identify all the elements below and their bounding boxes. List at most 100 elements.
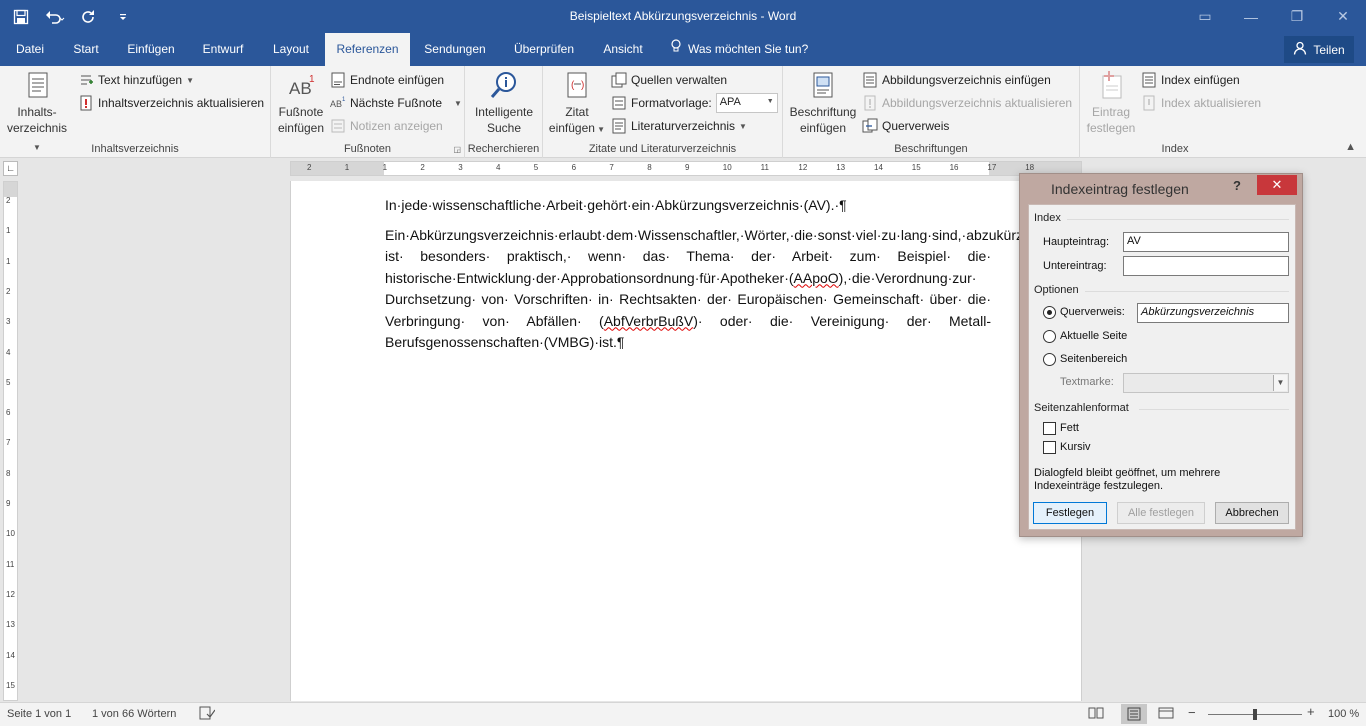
proofing-icon[interactable] <box>199 706 216 723</box>
window-controls: ▭ — ❐ ✕ <box>1182 0 1366 33</box>
update-toc-button[interactable]: Inhaltsverzeichnis aktualisieren <box>78 93 264 113</box>
paragraph-1[interactable]: In·jede·wissenschaftliche·Arbeit·gehört·… <box>385 195 991 217</box>
insert-index-button[interactable]: Index einfügen <box>1141 70 1240 90</box>
bold-checkbox[interactable] <box>1043 422 1056 435</box>
ribbon-display-icon[interactable]: ▭ <box>1182 0 1228 33</box>
zoom-in-icon[interactable]: + <box>1307 704 1315 719</box>
endnote-icon <box>331 72 345 88</box>
bookmark-select[interactable]: ▼ <box>1123 373 1289 393</box>
document-page[interactable]: In·jede·wissenschaftliche·Arbeit·gehört·… <box>290 181 1082 701</box>
tab-selector-icon[interactable]: ∟ <box>3 161 18 176</box>
next-footnote-button[interactable]: AB 1 Nächste Fußnote ▼ <box>330 93 462 113</box>
tab-einfuegen[interactable]: Einfügen <box>118 33 184 66</box>
show-notes-icon <box>331 119 345 133</box>
bold-label: Fett <box>1060 422 1079 434</box>
italic-checkbox[interactable] <box>1043 441 1056 454</box>
mark-entry-button[interactable]: Eintrag festlegen <box>1082 70 1140 136</box>
zoom-out-icon[interactable]: − <box>1188 705 1196 720</box>
ruler-number: 6 <box>571 163 577 172</box>
tell-me-text: Was möchten Sie tun? <box>688 42 809 56</box>
maximize-icon[interactable]: ❐ <box>1274 0 1320 33</box>
footnote-icon: AB1 <box>289 74 315 98</box>
subentry-input[interactable] <box>1123 256 1289 276</box>
add-text-button[interactable]: Text hinzufügen ▼ <box>78 70 194 90</box>
cancel-button[interactable]: Abbrechen <box>1215 502 1289 524</box>
ruler-number: 3 <box>458 163 463 172</box>
current-page-radio[interactable] <box>1043 330 1056 343</box>
main-entry-input[interactable]: AV <box>1123 232 1289 252</box>
bibliography-button[interactable]: Literaturverzeichnis ▼ <box>611 116 747 136</box>
manage-sources-button[interactable]: Quellen verwalten <box>611 70 727 90</box>
smart-lookup-label-2: Suche <box>486 121 522 135</box>
dialog-title: Indexeintrag festlegen <box>1051 181 1189 197</box>
tab-referenzen[interactable]: Referenzen <box>325 33 410 66</box>
page-range-radio[interactable] <box>1043 353 1056 366</box>
word-count[interactable]: 1 von 66 Wörtern <box>92 708 176 720</box>
dialog-launcher-icon[interactable]: ◲ <box>453 145 461 154</box>
web-layout-icon[interactable] <box>1158 706 1174 723</box>
footnote-label-1: Fußnote <box>278 105 324 119</box>
style-dropdown[interactable]: APA ▼ <box>715 93 778 113</box>
share-button[interactable]: Teilen <box>1284 36 1354 63</box>
update-tof-button[interactable]: Abbildungsverzeichnis aktualisieren <box>862 93 1072 113</box>
crossref-input[interactable]: Abkürzungsverzeichnis <box>1137 303 1289 323</box>
close-icon[interactable]: ✕ <box>1257 175 1297 195</box>
smart-lookup-button[interactable]: Intelligente Suche <box>469 70 539 136</box>
insert-endnote-button[interactable]: Endnote einfügen <box>330 70 444 90</box>
share-label: Teilen <box>1313 42 1345 57</box>
ruler-number: 15 <box>911 163 921 172</box>
section-index: Index <box>1034 212 1061 224</box>
next-footnote-label: Nächste Fußnote <box>350 96 443 110</box>
horizontal-ruler[interactable]: 2 1 1 2 3 4 5 6 7 8 9 10 11 12 13 14 15 16 17 18 <box>290 161 1082 176</box>
svg-text:AB: AB <box>330 99 342 109</box>
tab-ueberpruefen[interactable]: Überprüfen <box>505 33 583 66</box>
ruler-number: 1 <box>382 163 388 172</box>
minimize-icon[interactable]: — <box>1228 0 1274 33</box>
tab-datei[interactable]: Datei <box>8 33 52 66</box>
manage-sources-label: Quellen verwalten <box>631 73 728 87</box>
show-notes-button[interactable]: Notizen anzeigen <box>330 116 443 136</box>
tab-ansicht[interactable]: Ansicht <box>594 33 652 66</box>
group-label-index: Index <box>1161 143 1189 155</box>
spelling-error-aapoo[interactable]: AApoO <box>794 270 839 286</box>
ruler-number: 14 <box>874 163 883 172</box>
svg-text:): ) <box>581 80 584 91</box>
tab-entwurf[interactable]: Entwurf <box>194 33 252 66</box>
close-window-icon[interactable]: ✕ <box>1320 0 1366 33</box>
help-icon[interactable]: ? <box>1233 178 1241 193</box>
tab-sendungen[interactable]: Sendungen <box>416 33 494 66</box>
crossref-radio[interactable] <box>1043 306 1056 319</box>
insert-citation-button[interactable]: () Zitat einfügen ▼ <box>547 70 607 138</box>
cross-reference-button[interactable]: Querverweis <box>862 116 949 136</box>
ruler-number: 16 <box>949 163 959 172</box>
insert-tof-button[interactable]: Abbildungsverzeichnis einfügen <box>862 70 1051 90</box>
tab-layout[interactable]: Layout <box>263 33 319 66</box>
update-tof-icon <box>864 95 876 111</box>
vruler-number: 1 <box>6 256 11 266</box>
read-mode-icon[interactable] <box>1088 706 1104 723</box>
chevron-down-icon: ▼ <box>1273 375 1287 391</box>
update-index-icon <box>1143 95 1155 111</box>
mark-button[interactable]: Festlegen <box>1033 502 1107 524</box>
caption-label-1: Beschriftung <box>789 105 857 119</box>
mark-all-button[interactable]: Alle festlegen <box>1117 502 1205 524</box>
style-label: Formatvorlage: <box>631 96 712 110</box>
bibliography-label: Literaturverzeichnis <box>631 119 736 133</box>
spelling-error-abfverbrbussv[interactable]: AbfVerbrBußV <box>604 313 694 329</box>
endnote-label: Endnote einfügen <box>350 73 445 87</box>
tell-me-box[interactable]: Was möchten Sie tun? <box>670 33 810 66</box>
zoom-slider-thumb[interactable] <box>1253 709 1257 720</box>
dialog-title-bar[interactable]: Indexeintrag festlegen ? ✕ <box>1020 174 1302 202</box>
insert-caption-button[interactable]: Beschriftung einfügen <box>787 70 859 136</box>
print-layout-icon[interactable] <box>1121 704 1147 724</box>
vertical-ruler[interactable]: 2 1 1 2 3 4 5 6 7 8 9 10 11 12 13 14 15 <box>3 181 18 701</box>
update-index-button[interactable]: Index aktualisieren <box>1141 93 1261 113</box>
collapse-ribbon-icon[interactable]: ▲ <box>1345 141 1356 153</box>
page-count[interactable]: Seite 1 von 1 <box>7 708 71 720</box>
tab-start[interactable]: Start <box>62 33 110 66</box>
paragraph-2[interactable]: Ein·Abkürzungsverzeichnis·erlaubt·dem·Wi… <box>385 225 1077 354</box>
zoom-level[interactable]: 100 % <box>1328 708 1359 720</box>
title-bar: Beispieltext Abkürzungsverzeichnis - Wor… <box>0 0 1366 33</box>
document-body[interactable]: In·jede·wissenschaftliche·Arbeit·gehört·… <box>385 195 1077 362</box>
insert-footnote-button[interactable]: AB 1 Fußnote einfügen <box>273 70 329 136</box>
